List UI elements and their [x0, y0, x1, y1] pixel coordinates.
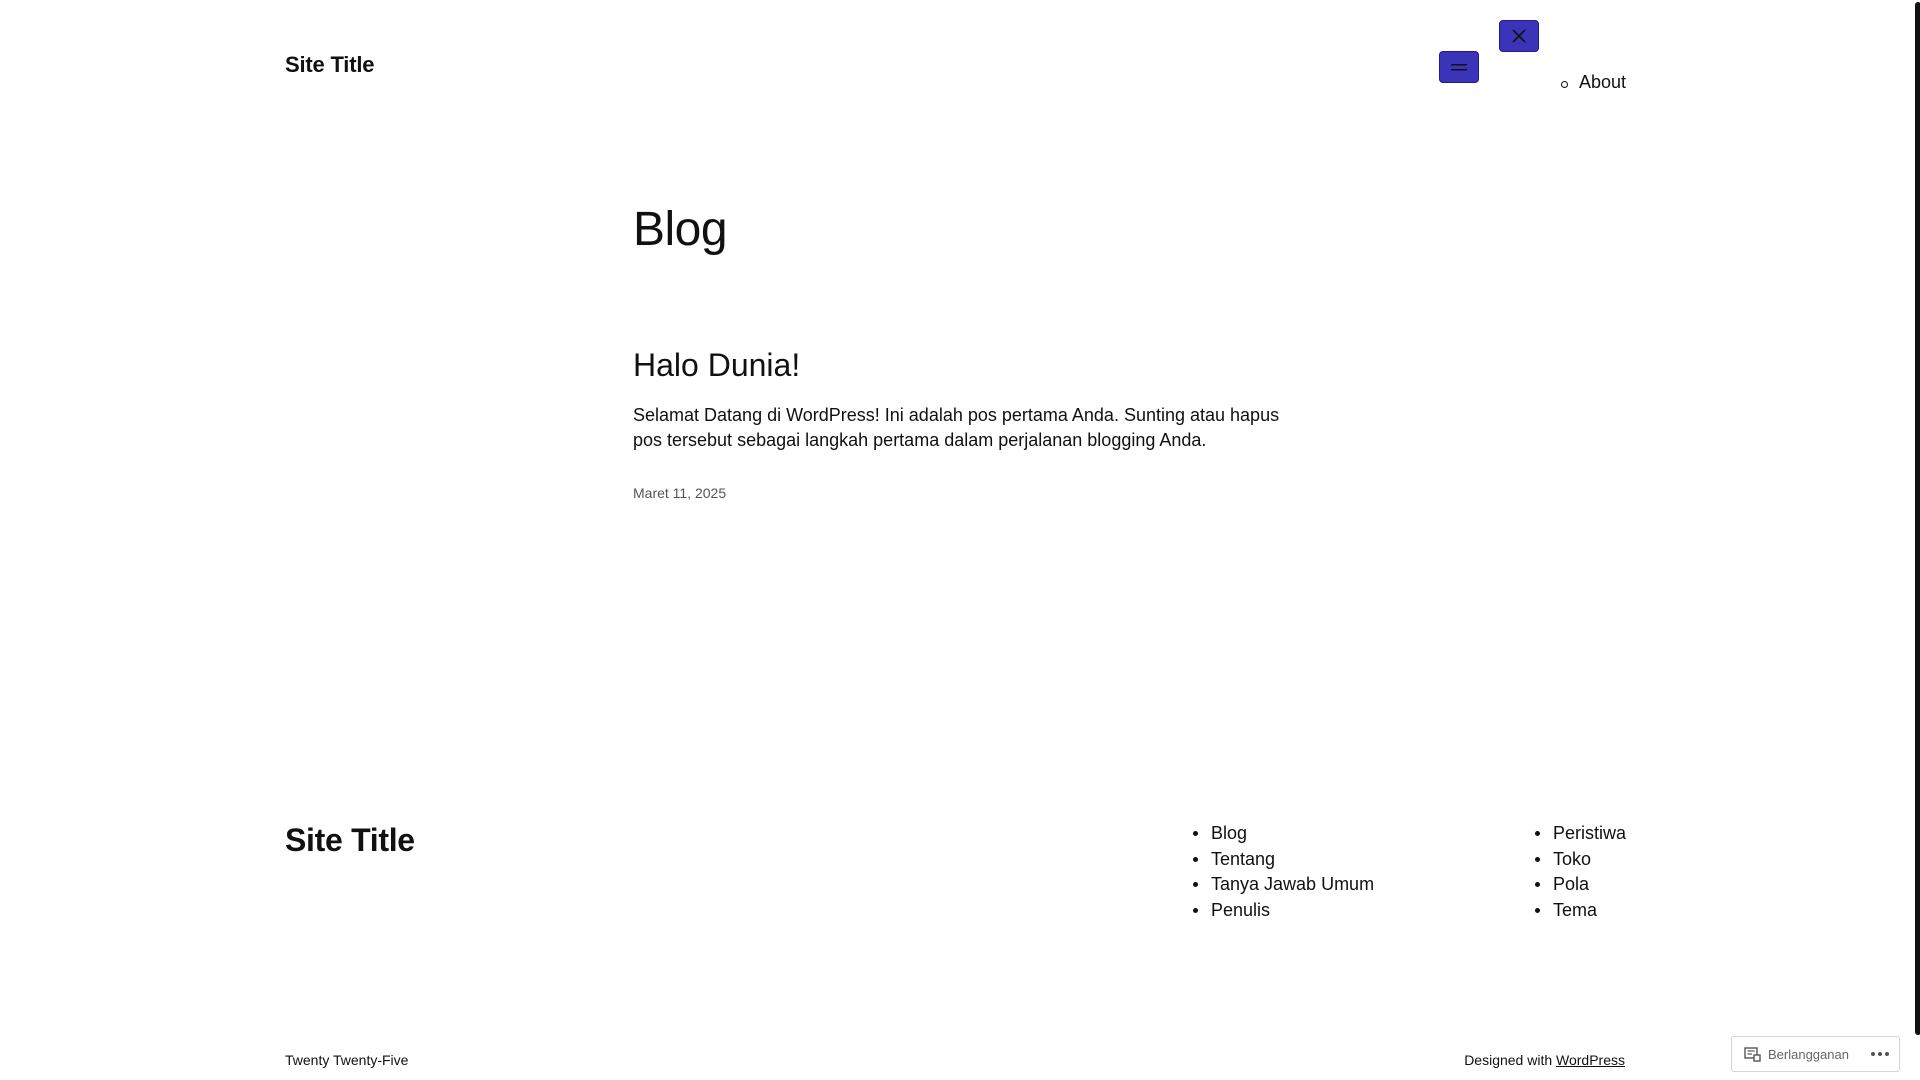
footer-theme-name: Twenty Twenty-Five — [285, 1052, 409, 1068]
footer-menu-1: Blog Tentang Tanya Jawab Umum Penulis — [1192, 821, 1374, 923]
site-title[interactable]: Site Title — [285, 52, 374, 78]
menu-icon — [1451, 64, 1467, 71]
subscribe-label: Berlangganan — [1768, 1046, 1849, 1062]
nav-item-label: About — [1579, 72, 1627, 92]
footer-menu-item[interactable]: Penulis — [1192, 898, 1374, 924]
ellipsis-icon — [1871, 1052, 1889, 1056]
scrollbar[interactable] — [1914, 0, 1920, 1080]
footer-menu-label: Tentang — [1211, 848, 1276, 869]
footer-menu-label: Pola — [1553, 874, 1590, 894]
footer-menu-label: Toko — [1553, 848, 1592, 869]
primary-nav: About — [1561, 72, 1626, 93]
close-menu-button[interactable] — [1499, 20, 1539, 52]
footer-menu-item[interactable]: Tentang — [1192, 847, 1374, 873]
footer-menu-label: Tanya Jawab Umum — [1211, 874, 1375, 894]
more-options-button[interactable] — [1871, 1052, 1889, 1056]
footer-menu-item[interactable]: Peristiwa — [1534, 821, 1626, 847]
post-title[interactable]: Halo Dunia! — [633, 347, 800, 384]
footer-menu-label: Penulis — [1211, 899, 1271, 920]
footer-menu-label: Blog — [1211, 823, 1248, 843]
footer-menu-2: Peristiwa Toko Pola Tema — [1534, 821, 1626, 923]
close-icon — [1512, 29, 1526, 43]
wordpress-link[interactable]: WordPress — [1556, 1052, 1625, 1068]
footer-menu-item[interactable]: Blog — [1192, 821, 1374, 847]
reader-icon — [1744, 1046, 1761, 1062]
footer-site-title[interactable]: Site Title — [285, 822, 415, 859]
post-date[interactable]: Maret 11, 2025 — [633, 485, 726, 501]
post-excerpt: Selamat Datang di WordPress! Ini adalah … — [633, 405, 1280, 450]
open-menu-button[interactable] — [1439, 51, 1479, 83]
scrollbar-thumb[interactable] — [1915, 2, 1920, 1035]
subscribe-button[interactable]: Berlangganan — [1732, 1037, 1849, 1071]
footer-menu-item[interactable]: Toko — [1534, 847, 1626, 873]
footer-menu-label: Tema — [1553, 899, 1598, 920]
footer-credit-prefix: Designed with — [1464, 1052, 1557, 1068]
footer-menu-label: Peristiwa — [1553, 823, 1627, 843]
footer-menu-item[interactable]: Tanya Jawab Umum — [1192, 872, 1374, 898]
nav-item-about[interactable]: About — [1561, 72, 1626, 93]
page-title: Blog — [633, 203, 728, 256]
page: Site Title About Blog Halo Dunia! Selama… — [0, 0, 1920, 1080]
subscribe-bar: Berlangganan — [1731, 1036, 1900, 1072]
footer-menu-item[interactable]: Pola — [1534, 872, 1626, 898]
footer-menu-item[interactable]: Tema — [1534, 898, 1626, 924]
footer-credit: Designed with WordPress — [1464, 1052, 1625, 1068]
